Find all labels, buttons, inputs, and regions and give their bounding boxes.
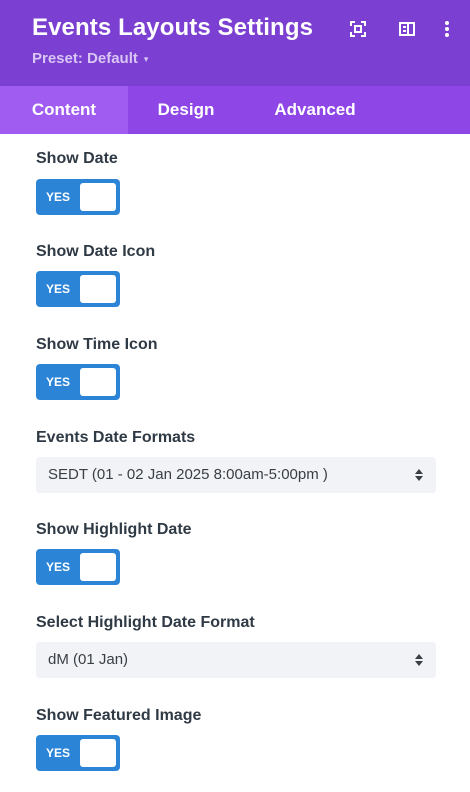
toggle-state-label: YES — [46, 375, 71, 389]
toggle-state-label: YES — [46, 560, 71, 574]
tab-label: Design — [157, 100, 215, 119]
preset-dropdown[interactable]: Preset: Default ▾ — [32, 50, 148, 67]
show-date-toggle[interactable]: YES — [36, 179, 120, 215]
show-date-icon-label: Show Date Icon — [36, 243, 156, 260]
select-highlight-date-format-label: Select Highlight Date Format — [36, 614, 255, 631]
toggle-knob — [80, 553, 116, 581]
select-arrows-icon — [414, 652, 424, 668]
events-date-formats-select[interactable]: SEDT (01 - 02 Jan 2025 8:00am-5:00pm ) — [36, 457, 436, 493]
events-date-formats-label: Events Date Formats — [36, 429, 196, 446]
toggle-state-label: YES — [46, 190, 71, 204]
preset-label: Preset: Default — [32, 50, 138, 67]
settings-tabs: Content Design Advanced — [0, 86, 470, 134]
chevron-down-icon: ▾ — [143, 53, 149, 64]
show-featured-image-toggle[interactable]: YES — [36, 735, 120, 771]
highlight-date-format-select[interactable]: dM (01 Jan) — [36, 642, 436, 678]
tab-content[interactable]: Content — [0, 86, 128, 134]
tab-advanced[interactable]: Advanced — [244, 86, 386, 134]
select-arrows-icon — [414, 467, 424, 483]
focus-icon[interactable] — [345, 16, 371, 42]
show-highlight-date-toggle[interactable]: YES — [36, 549, 120, 585]
toggle-state-label: YES — [46, 746, 71, 760]
page-title: Events Layouts Settings — [32, 14, 314, 41]
show-highlight-date-label: Show Highlight Date — [36, 521, 192, 538]
show-time-icon-toggle[interactable]: YES — [36, 364, 120, 400]
show-date-icon-toggle[interactable]: YES — [36, 271, 120, 307]
tab-label: Content — [31, 100, 97, 119]
more-options-icon[interactable] — [434, 16, 460, 42]
toggle-knob — [80, 739, 116, 767]
sidebar-layout-icon[interactable] — [394, 16, 420, 42]
toggle-state-label: YES — [46, 282, 71, 296]
toggle-knob — [80, 183, 116, 211]
show-featured-image-label: Show Featured Image — [36, 707, 202, 724]
settings-header: Events Layouts Settings Preset: Default … — [0, 0, 470, 86]
tab-design[interactable]: Design — [128, 86, 244, 134]
tab-label: Advanced — [274, 100, 356, 119]
toggle-knob — [80, 368, 116, 396]
select-value: dM (01 Jan) — [48, 651, 129, 668]
show-date-label: Show Date — [36, 150, 118, 167]
show-time-icon-label: Show Time Icon — [36, 336, 158, 353]
toggle-knob — [80, 275, 116, 303]
select-value: SEDT (01 - 02 Jan 2025 8:00am-5:00pm ) — [48, 466, 328, 483]
